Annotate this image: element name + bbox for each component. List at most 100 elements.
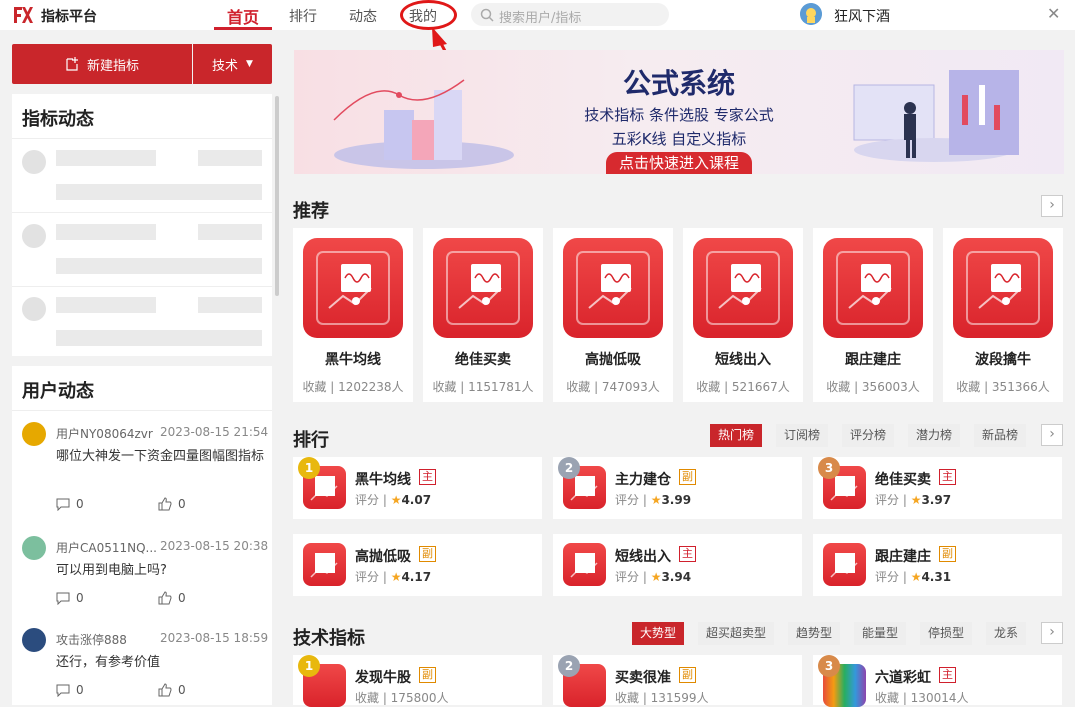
star-icon: ★: [390, 570, 402, 584]
comment-count: 0: [76, 591, 84, 605]
skeleton-line: [56, 330, 262, 346]
type-badge: 主: [679, 546, 696, 562]
user-feed-title: 用户动态: [22, 381, 94, 402]
star-icon: ★: [910, 570, 922, 584]
like-count: 0: [178, 683, 186, 697]
recommend-card[interactable]: 短线出入 收藏 | 521667人: [683, 228, 803, 402]
tech-card-favs: 收藏 | 175800人: [355, 691, 449, 705]
indicator-feed-panel: 指标动态: [12, 94, 272, 356]
post-user[interactable]: 用户NY08064zvr: [56, 425, 156, 442]
skeleton-line: [56, 297, 156, 313]
rank-medal-icon: 3: [818, 457, 840, 479]
tab-stoploss[interactable]: 停损型: [920, 622, 973, 645]
rank-medal-icon: 1: [298, 457, 320, 479]
ranking-title: 排行: [293, 430, 329, 451]
banner-line1: 技术指标 条件选股 专家公式: [584, 106, 774, 124]
ranking-card[interactable]: 短线出入主评分 | ★3.94: [553, 534, 802, 596]
app-logo-icon: [12, 5, 34, 25]
ranking-next-button[interactable]: ›: [1041, 424, 1063, 446]
ranking-card-name: 绝佳买卖: [875, 472, 931, 488]
ranking-card[interactable]: 3 绝佳买卖主评分 | ★3.97: [813, 457, 1062, 519]
skeleton-line: [56, 224, 156, 240]
sidebar-scrollbar[interactable]: [275, 96, 279, 296]
tech-dropdown-button[interactable]: 技术 ▼: [193, 44, 272, 84]
ranking-card[interactable]: 跟庄建庄副评分 | ★4.31: [813, 534, 1062, 596]
tab-dragon[interactable]: 龙系: [986, 622, 1027, 645]
tech-title: 技术指标: [293, 628, 365, 649]
tab-ranking[interactable]: 排行: [289, 6, 317, 26]
ranking-card-name: 黑牛均线: [355, 472, 411, 488]
user-name[interactable]: 狂风下酒: [834, 6, 890, 26]
tab-potential[interactable]: 潜力榜: [908, 424, 961, 447]
search-icon: [480, 8, 494, 22]
score-value: 4.17: [401, 570, 432, 584]
tab-overbought[interactable]: 超买超卖型: [698, 622, 775, 645]
tab-score[interactable]: 评分榜: [842, 424, 895, 447]
tab-new[interactable]: 新品榜: [974, 424, 1027, 447]
score-label: 评分 |: [355, 493, 387, 507]
recommend-card-name: 短线出入: [715, 352, 771, 368]
list-item[interactable]: 攻击涨停888 2023-08-15 18:59 还行，有参考价值 0 0: [12, 628, 272, 706]
new-indicator-button[interactable]: 新建指标: [12, 44, 192, 84]
recommend-card[interactable]: 高抛低吸 收藏 | 747093人: [553, 228, 673, 402]
tech-next-button[interactable]: ›: [1041, 622, 1063, 644]
ranking-card[interactable]: 1 黑牛均线主评分 | ★4.07: [293, 457, 542, 519]
user-feed-panel: 用户动态 用户NY08064zvr 2023-08-15 21:54 哪位大神发…: [12, 366, 272, 705]
ranking-card[interactable]: 2 主力建仓副评分 | ★3.99: [553, 457, 802, 519]
comment-button[interactable]: 0: [56, 683, 84, 697]
like-button[interactable]: 0: [158, 683, 186, 697]
recommend-card[interactable]: 跟庄建庄 收藏 | 356003人: [813, 228, 933, 402]
tab-hot[interactable]: 热门榜: [710, 424, 763, 447]
tech-card[interactable]: 3 六道彩虹主收藏 | 130014人: [813, 655, 1062, 707]
user-avatar[interactable]: [800, 3, 822, 25]
search-input[interactable]: 搜索用户/指标: [471, 3, 669, 26]
comment-button[interactable]: 0: [56, 591, 84, 605]
tab-home[interactable]: 首页: [227, 4, 259, 28]
tech-card[interactable]: 1 发现牛股副收藏 | 175800人: [293, 655, 542, 707]
comment-count: 0: [76, 497, 84, 511]
list-item[interactable]: 用户NY08064zvr 2023-08-15 21:54 哪位大神发一下资金四…: [12, 422, 272, 517]
tab-trend[interactable]: 趋势型: [788, 622, 841, 645]
tab-feed[interactable]: 动态: [349, 6, 377, 26]
recommend-next-button[interactable]: ›: [1041, 195, 1063, 217]
recommend-card[interactable]: 黑牛均线 收藏 | 1202238人: [293, 228, 413, 402]
comment-icon: [56, 684, 70, 697]
recommend-card[interactable]: 波段擒牛 收藏 | 351366人: [943, 228, 1063, 402]
post-user[interactable]: 用户CA0511NQ...: [56, 539, 156, 556]
ranking-card-score: 评分 | ★4.31: [875, 568, 951, 585]
post-user[interactable]: 攻击涨停888: [56, 631, 156, 648]
ranking-card-name: 跟庄建庄: [875, 549, 931, 565]
comment-icon: [56, 498, 70, 511]
thumbs-up-icon: [158, 591, 172, 605]
indicator-icon: [693, 238, 793, 338]
new-file-icon: [66, 57, 78, 71]
comment-button[interactable]: 0: [56, 497, 84, 511]
thumbs-up-icon: [158, 497, 172, 511]
tech-card-name: 发现牛股: [355, 670, 411, 686]
ranking-card[interactable]: 高抛低吸副评分 | ★4.17: [293, 534, 542, 596]
comment-count: 0: [76, 683, 84, 697]
banner-cta-button[interactable]: 点击快速进入课程: [606, 152, 752, 174]
tab-energy[interactable]: 能量型: [854, 622, 907, 645]
score-label: 评分 |: [615, 493, 647, 507]
annotation-ellipse: [400, 0, 457, 30]
indicator-feed-title: 指标动态: [22, 109, 94, 130]
close-icon[interactable]: ✕: [1047, 4, 1060, 23]
caret-down-icon: ▼: [246, 59, 253, 69]
list-item[interactable]: 用户CA0511NQ... 2023-08-15 20:38 可以用到电脑上吗?…: [12, 536, 272, 616]
skeleton-line: [198, 297, 262, 313]
like-button[interactable]: 0: [158, 497, 186, 511]
tech-card[interactable]: 2 买卖很准副收藏 | 131599人: [553, 655, 802, 707]
like-button[interactable]: 0: [158, 591, 186, 605]
tab-subscribe[interactable]: 订阅榜: [776, 424, 829, 447]
course-banner[interactable]: 公式系统 技术指标 条件选股 专家公式 五彩K线 自定义指标 点击快速进入课程: [294, 50, 1064, 174]
recommend-card[interactable]: 绝佳买卖 收藏 | 1151781人: [423, 228, 543, 402]
indicator-icon: [823, 543, 866, 586]
tech-card-name: 买卖很准: [615, 670, 671, 686]
tab-market[interactable]: 大势型: [632, 622, 685, 645]
ranking-card-score: 评分 | ★3.94: [615, 568, 691, 585]
type-badge: 副: [419, 667, 436, 683]
skeleton-line: [198, 224, 262, 240]
score-value: 3.99: [661, 493, 692, 507]
recommend-card-favs: 收藏 | 1202238人: [302, 380, 404, 394]
